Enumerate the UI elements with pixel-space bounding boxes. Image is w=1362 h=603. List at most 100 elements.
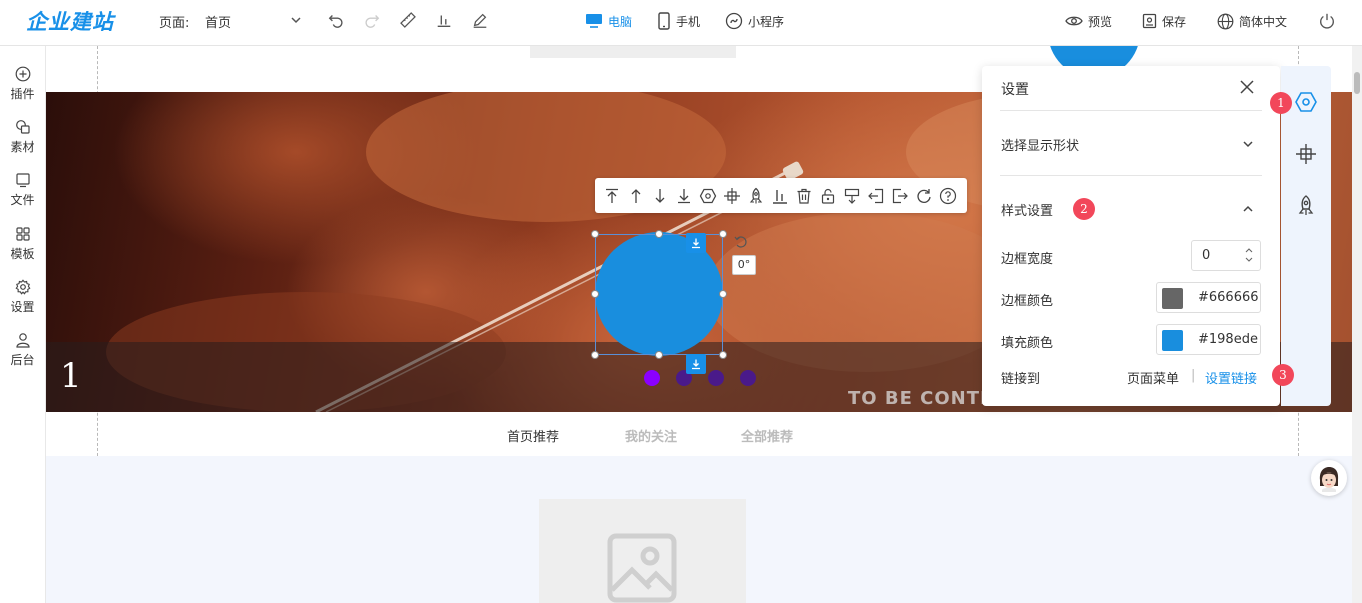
globe-icon bbox=[1217, 13, 1234, 29]
shapes-icon bbox=[15, 120, 30, 134]
monitor-icon bbox=[586, 14, 602, 28]
phone-icon bbox=[658, 12, 670, 30]
exit-right-icon[interactable] bbox=[891, 187, 909, 205]
device-pc-label: 电脑 bbox=[608, 14, 633, 29]
sidebar-item-label: 后台 bbox=[10, 353, 35, 367]
stepper-arrows-icon[interactable] bbox=[1244, 245, 1254, 265]
settings-title: 设置 bbox=[1001, 82, 1029, 98]
rotation-value: 0° bbox=[732, 255, 756, 275]
device-mobile-tab[interactable]: 手机 bbox=[657, 10, 700, 32]
image-placeholder[interactable] bbox=[539, 499, 746, 603]
move-to-top-icon[interactable] bbox=[603, 187, 621, 205]
sidebar-item-materials[interactable]: 素材 bbox=[0, 119, 45, 163]
slider-dot-active[interactable] bbox=[644, 370, 660, 386]
assistant-face-icon bbox=[1319, 467, 1339, 492]
resize-handle[interactable] bbox=[591, 351, 599, 359]
chevron-down-icon[interactable] bbox=[290, 14, 302, 26]
rocket-icon[interactable] bbox=[747, 187, 765, 205]
sidebar-item-label: 模板 bbox=[10, 247, 35, 261]
device-pc-tab[interactable]: 电脑 bbox=[585, 10, 632, 32]
preview-button[interactable]: 预览 bbox=[1065, 10, 1112, 32]
slider-dot[interactable] bbox=[708, 370, 724, 386]
sidebar-item-settings[interactable]: 设置 bbox=[0, 279, 45, 323]
assistant-avatar[interactable] bbox=[1311, 460, 1347, 496]
resize-handle[interactable] bbox=[719, 290, 727, 298]
resize-handle[interactable] bbox=[655, 230, 663, 238]
app-logo: 企业建站 bbox=[26, 10, 114, 34]
resize-handle[interactable] bbox=[719, 230, 727, 238]
move-to-bottom-icon[interactable] bbox=[675, 187, 693, 205]
slider-dot[interactable] bbox=[740, 370, 756, 386]
vertical-scrollbar[interactable] bbox=[1352, 46, 1362, 603]
step-badge: 3 bbox=[1272, 364, 1294, 386]
hexagon-settings-icon[interactable] bbox=[1294, 90, 1318, 114]
scrollbar-thumb[interactable] bbox=[1354, 72, 1360, 94]
link-label: 链接到 bbox=[1001, 372, 1041, 387]
close-icon[interactable] bbox=[1240, 80, 1254, 94]
page-menu-link[interactable]: 页面菜单 bbox=[1127, 368, 1179, 387]
save-button[interactable]: 保存 bbox=[1142, 10, 1186, 32]
device-miniprogram-tab[interactable]: 小程序 bbox=[725, 10, 784, 32]
image-icon bbox=[607, 533, 677, 603]
move-up-icon[interactable] bbox=[627, 187, 645, 205]
exit-left-icon[interactable] bbox=[867, 187, 885, 205]
edit-icon[interactable] bbox=[471, 11, 489, 29]
banner-caption: TO BE CONTIN bbox=[848, 388, 1004, 409]
download-icon[interactable] bbox=[843, 187, 861, 205]
fill-color-label: 填充颜色 bbox=[1001, 336, 1054, 351]
chevron-up-icon[interactable] bbox=[1242, 203, 1254, 215]
top-toolbar: 企业建站 页面: 首页 电脑 手机 小程序 预览 保存 简体中文 bbox=[0, 0, 1362, 46]
sidebar-item-files[interactable]: 文件 bbox=[0, 172, 45, 216]
power-icon[interactable] bbox=[1318, 12, 1336, 30]
device-miniprogram-label: 小程序 bbox=[748, 14, 785, 29]
tab-home-recommend[interactable]: 首页推荐 bbox=[507, 426, 559, 445]
hexagon-settings-icon[interactable] bbox=[699, 187, 717, 205]
fill-color-picker[interactable]: #198ede bbox=[1156, 324, 1261, 355]
move-arrows-icon[interactable] bbox=[1294, 142, 1318, 166]
rotate-icon[interactable] bbox=[734, 235, 748, 249]
border-width-label: 边框宽度 bbox=[1001, 252, 1054, 267]
sidebar-item-templates[interactable]: 模板 bbox=[0, 226, 45, 270]
page-selector[interactable]: 首页 bbox=[205, 12, 231, 31]
anchor-down-button[interactable] bbox=[686, 233, 706, 253]
move-down-icon[interactable] bbox=[651, 187, 669, 205]
border-color-picker[interactable]: #666666 bbox=[1156, 282, 1261, 313]
border-width-stepper[interactable]: 0 bbox=[1191, 240, 1261, 271]
section-style-toggle[interactable]: 样式设置 bbox=[1001, 200, 1053, 219]
align-bottom-icon[interactable] bbox=[435, 11, 453, 29]
lock-icon[interactable] bbox=[819, 187, 837, 205]
divider bbox=[1000, 110, 1262, 111]
delete-icon[interactable] bbox=[795, 187, 813, 205]
border-width-value: 0 bbox=[1202, 248, 1211, 263]
anchor-down-button[interactable] bbox=[686, 354, 706, 374]
resize-handle[interactable] bbox=[655, 351, 663, 359]
image-block[interactable] bbox=[530, 46, 736, 58]
settings-panel: 设置 选择显示形状 样式设置 边框宽度 0 边框颜色 #666666 填充颜色 … bbox=[982, 66, 1280, 406]
step-badge: 2 bbox=[1073, 198, 1095, 220]
element-toolbar bbox=[595, 178, 967, 213]
redo-icon[interactable] bbox=[363, 11, 381, 29]
section-shape-toggle[interactable]: 选择显示形状 bbox=[1001, 135, 1079, 154]
undo-icon[interactable] bbox=[327, 11, 345, 29]
divider bbox=[1000, 175, 1262, 176]
align-bottom-icon[interactable] bbox=[771, 187, 789, 205]
tab-all-recommend[interactable]: 全部推荐 bbox=[741, 426, 793, 445]
resize-handle[interactable] bbox=[591, 290, 599, 298]
set-link-button[interactable]: 设置链接 bbox=[1205, 368, 1257, 387]
save-label: 保存 bbox=[1162, 14, 1187, 29]
sidebar-item-plugins[interactable]: 插件 bbox=[0, 66, 45, 110]
resize-handle[interactable] bbox=[719, 351, 727, 359]
language-selector[interactable]: 简体中文 bbox=[1217, 10, 1287, 32]
sidebar-item-backend[interactable]: 后台 bbox=[0, 332, 45, 376]
tab-my-follow[interactable]: 我的关注 bbox=[625, 426, 677, 445]
rocket-icon[interactable] bbox=[1294, 194, 1318, 218]
resize-handle[interactable] bbox=[591, 230, 599, 238]
ruler-icon[interactable] bbox=[399, 11, 417, 29]
fill-color-swatch bbox=[1162, 330, 1183, 351]
help-icon[interactable] bbox=[939, 187, 957, 205]
move-arrows-icon[interactable] bbox=[723, 187, 741, 205]
refresh-icon[interactable] bbox=[915, 187, 933, 205]
chevron-down-icon[interactable] bbox=[1242, 138, 1254, 150]
user-icon bbox=[15, 333, 30, 348]
content-section bbox=[46, 456, 1352, 603]
